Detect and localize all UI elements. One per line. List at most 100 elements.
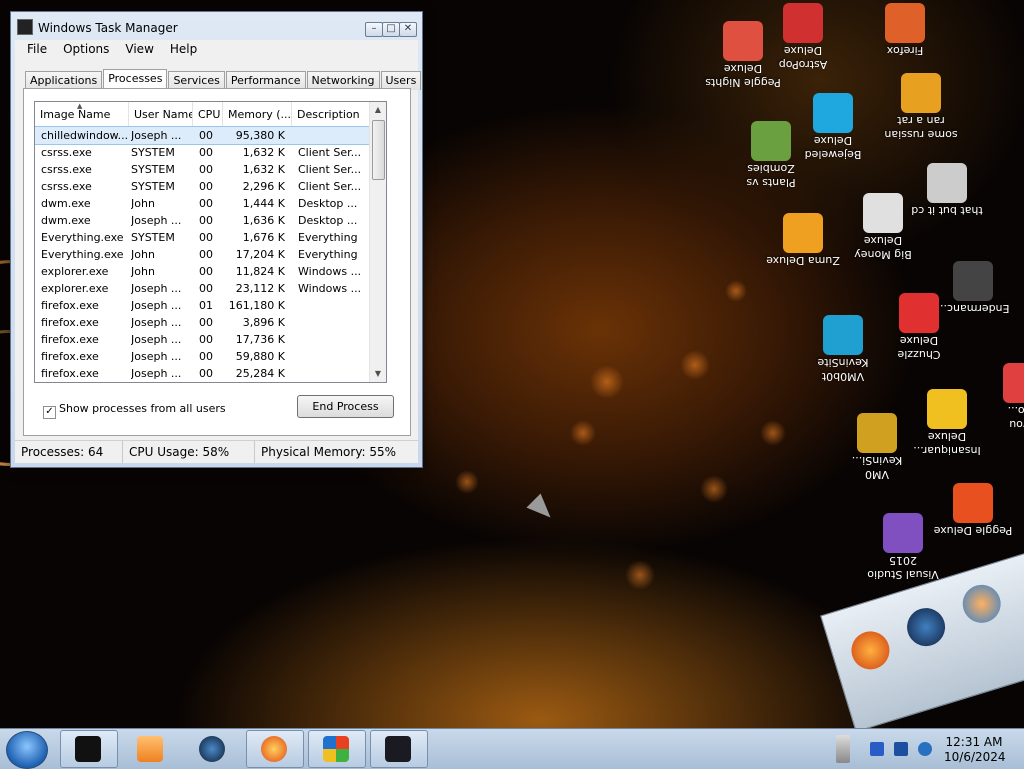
column-description[interactable]: Description <box>292 102 369 126</box>
process-image-name: csrss.exe <box>41 163 92 176</box>
taskbar-firefox[interactable] <box>246 730 304 768</box>
scroll-up-icon[interactable]: ▲ <box>370 102 386 118</box>
table-row[interactable]: explorer.exe John 00 11,824 K Windows ... <box>35 263 369 280</box>
wallpaper-bokeh <box>625 560 655 590</box>
process-cpu: 00 <box>199 180 213 193</box>
process-description: Desktop ... <box>298 214 358 227</box>
table-row[interactable]: dwm.exe Joseph ... 00 1,636 K Desktop ... <box>35 212 369 229</box>
process-description: Everything <box>298 231 358 244</box>
taskbar-dark-app[interactable] <box>370 730 428 768</box>
taskbar-media-player[interactable] <box>122 730 180 768</box>
table-row[interactable]: Everything.exe John 00 17,204 K Everything <box>35 246 369 263</box>
process-memory: 95,380 K <box>235 129 285 142</box>
column-cpu[interactable]: CPU <box>193 102 223 126</box>
show-all-users-checkbox[interactable]: ✓ Show processes from all users <box>43 402 226 419</box>
desktop-icon[interactable]: Big Money Deluxe <box>840 190 926 261</box>
firefox-icon[interactable] <box>846 626 895 675</box>
menu-view[interactable]: View <box>115 40 159 56</box>
desktop-icon[interactable]: Chuzzle Deluxe <box>876 290 962 361</box>
vertical-scrollbar[interactable]: ▲ ▼ <box>369 102 386 382</box>
visual-studio-icon <box>883 513 923 553</box>
scroll-thumb[interactable] <box>372 120 385 180</box>
clock[interactable]: 12:31 AM 10/6/2024 <box>944 735 1006 765</box>
column-user-name[interactable]: User Name <box>129 102 193 126</box>
process-list[interactable]: ▲ Image Name User Name CPU Memory (... De… <box>34 101 387 383</box>
menu-file[interactable]: File <box>15 40 53 56</box>
table-row[interactable]: csrss.exe SYSTEM 00 1,632 K Client Ser... <box>35 161 369 178</box>
app-icon <box>385 736 411 762</box>
process-description: Windows ... <box>298 282 362 295</box>
task-manager-icon <box>75 736 101 762</box>
table-row[interactable]: firefox.exe Joseph ... 00 3,896 K <box>35 314 369 331</box>
table-row[interactable]: explorer.exe Joseph ... 00 23,112 K Windows … <box>35 280 369 297</box>
column-header-row: ▲ Image Name User Name CPU Memory (... De… <box>35 102 369 127</box>
table-row[interactable]: Everything.exe SYSTEM 00 1,676 K Everything <box>35 229 369 246</box>
scroll-down-icon[interactable]: ▼ <box>370 366 386 382</box>
taskbar-globe[interactable] <box>184 730 242 768</box>
table-row[interactable]: firefox.exe Joseph ... 01 161,180 K <box>35 297 369 314</box>
process-user-name: Joseph ... <box>131 214 182 227</box>
process-description: Windows ... <box>298 265 362 278</box>
status-cpu-usage: CPU Usage: 58% <box>123 441 255 463</box>
checkbox-box[interactable]: ✓ <box>43 406 56 419</box>
table-row[interactable]: firefox.exe Joseph ... 00 17,736 K <box>35 331 369 348</box>
process-user-name: John <box>131 197 155 210</box>
start-button[interactable] <box>6 731 48 769</box>
clock-time: 12:31 AM <box>945 735 1003 749</box>
chuzzle-icon <box>899 293 939 333</box>
vm-icon <box>857 413 897 453</box>
desktop-icon[interactable]: some russian ran a rat <box>878 70 964 141</box>
firefox-icon <box>261 736 287 762</box>
process-cpu: 00 <box>199 214 213 227</box>
process-cpu: 00 <box>199 146 213 159</box>
table-row[interactable]: csrss.exe SYSTEM 00 2,296 K Client Ser... <box>35 178 369 195</box>
desktop-icon[interactable]: VM0 KevinSi... <box>834 410 920 481</box>
process-cpu: 00 <box>199 367 213 380</box>
process-memory: 25,284 K <box>235 367 285 380</box>
taskbar-windows-app[interactable] <box>308 730 366 768</box>
process-memory: 2,296 K <box>242 180 285 193</box>
app-icon <box>901 73 941 113</box>
volume-icon[interactable] <box>918 742 932 756</box>
shortcut-icon <box>1003 363 1024 403</box>
process-user-name: Joseph ... <box>131 129 182 142</box>
task-manager-icon <box>17 19 33 35</box>
globe-icon[interactable] <box>902 603 950 651</box>
menu-help[interactable]: Help <box>160 40 203 56</box>
table-row[interactable]: chilledwindow... Joseph ... 00 95,380 K <box>35 126 370 145</box>
show-hidden-icons[interactable] <box>836 735 850 763</box>
process-image-name: firefox.exe <box>41 367 99 380</box>
media-player-icon[interactable] <box>957 580 1006 628</box>
process-rows: chilledwindow... Joseph ... 00 95,380 K csrs… <box>35 126 370 382</box>
desktop-icon-label: Plants vs Zombies <box>746 162 796 189</box>
maximize-button[interactable]: □ <box>382 22 400 37</box>
table-row[interactable]: csrss.exe SYSTEM 00 1,632 K Client Ser... <box>35 144 369 161</box>
column-image-name[interactable]: ▲ Image Name <box>35 102 129 126</box>
close-button[interactable]: ✕ <box>399 22 417 37</box>
process-memory: 161,180 K <box>228 299 285 312</box>
window-client: Applications Processes Services Performance… <box>15 58 422 462</box>
desktop-icon[interactable]: Zuma Deluxe <box>760 210 846 267</box>
desktop-icon[interactable]: Visual Studio 2015 <box>860 510 946 581</box>
desktop-icon[interactable]: Plants vs Zombies <box>728 118 814 189</box>
column-label: Image Name <box>40 108 111 121</box>
end-process-button[interactable]: End Process <box>297 395 394 418</box>
desktop-icon[interactable]: f you ano... <box>980 360 1024 431</box>
column-memory[interactable]: Memory (... <box>223 102 292 126</box>
taskbar-task-manager[interactable] <box>60 730 118 768</box>
minimize-button[interactable]: – <box>365 22 383 37</box>
insaniquarium-icon <box>927 389 967 429</box>
display-icon[interactable] <box>894 742 908 756</box>
bejeweled-icon <box>813 93 853 133</box>
desktop-icon[interactable]: AstroPop Deluxe <box>760 0 846 71</box>
desktop-icon[interactable]: Firefox <box>862 0 948 57</box>
table-row[interactable]: firefox.exe Joseph ... 00 59,880 K <box>35 348 369 365</box>
network-icon[interactable] <box>870 742 884 756</box>
table-row[interactable]: dwm.exe John 00 1,444 K Desktop ... <box>35 195 369 212</box>
menu-options[interactable]: Options <box>53 40 115 56</box>
table-row[interactable]: firefox.exe Joseph ... 00 25,284 K <box>35 365 369 382</box>
process-cpu: 00 <box>199 129 213 142</box>
title-bar[interactable]: Windows Task Manager <box>17 19 357 37</box>
desktop-icon[interactable]: VM0b0t KevinSite <box>800 312 886 383</box>
process-cpu: 00 <box>199 350 213 363</box>
